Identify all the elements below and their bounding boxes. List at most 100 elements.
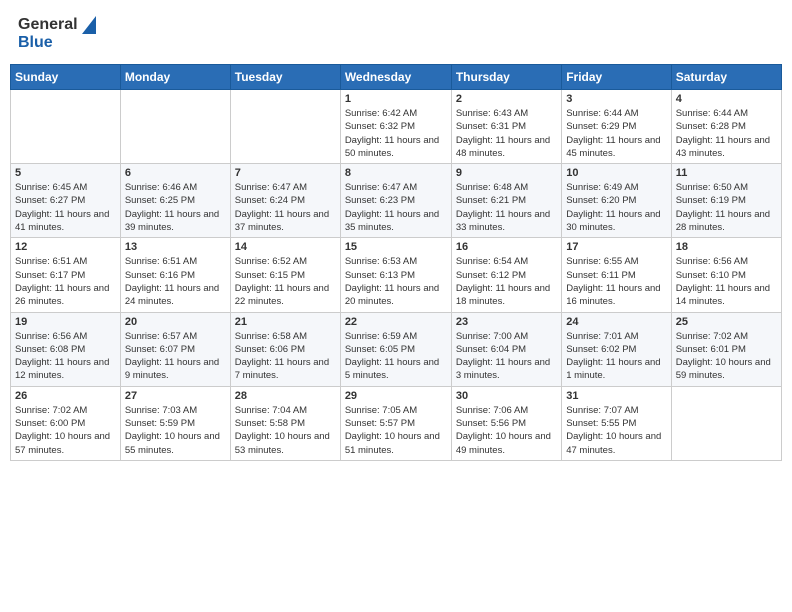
day-number: 27 bbox=[125, 390, 226, 402]
calendar-cell-w4d1: 27 Sunrise: 7:03 AM Sunset: 5:59 PM Dayli… bbox=[120, 386, 230, 460]
calendar-cell-w2d6: 18 Sunrise: 6:56 AM Sunset: 6:10 PM Dayli… bbox=[671, 238, 781, 312]
weekday-header-sunday: Sunday bbox=[11, 65, 121, 90]
day-number: 19 bbox=[15, 316, 116, 328]
day-info: Sunrise: 7:07 AM Sunset: 5:55 PM Dayligh… bbox=[566, 404, 666, 457]
calendar-cell-w3d3: 22 Sunrise: 6:59 AM Sunset: 6:05 PM Dayli… bbox=[340, 312, 451, 386]
day-info: Sunrise: 6:55 AM Sunset: 6:11 PM Dayligh… bbox=[566, 255, 666, 308]
day-info: Sunrise: 7:00 AM Sunset: 6:04 PM Dayligh… bbox=[456, 330, 557, 383]
day-info: Sunrise: 6:54 AM Sunset: 6:12 PM Dayligh… bbox=[456, 255, 557, 308]
weekday-header-saturday: Saturday bbox=[671, 65, 781, 90]
calendar-table: SundayMondayTuesdayWednesdayThursdayFrid… bbox=[10, 64, 782, 461]
day-info: Sunrise: 6:49 AM Sunset: 6:20 PM Dayligh… bbox=[566, 181, 666, 234]
calendar-cell-w2d4: 16 Sunrise: 6:54 AM Sunset: 6:12 PM Dayli… bbox=[451, 238, 561, 312]
day-info: Sunrise: 6:43 AM Sunset: 6:31 PM Dayligh… bbox=[456, 107, 557, 160]
day-info: Sunrise: 6:58 AM Sunset: 6:06 PM Dayligh… bbox=[235, 330, 336, 383]
calendar-cell-w1d6: 11 Sunrise: 6:50 AM Sunset: 6:19 PM Dayli… bbox=[671, 164, 781, 238]
day-info: Sunrise: 6:57 AM Sunset: 6:07 PM Dayligh… bbox=[125, 330, 226, 383]
day-info: Sunrise: 6:45 AM Sunset: 6:27 PM Dayligh… bbox=[15, 181, 116, 234]
weekday-header-friday: Friday bbox=[562, 65, 671, 90]
logo: General Blue bbox=[18, 16, 96, 52]
day-info: Sunrise: 6:51 AM Sunset: 6:16 PM Dayligh… bbox=[125, 255, 226, 308]
day-number: 22 bbox=[345, 316, 447, 328]
calendar-cell-w1d4: 9 Sunrise: 6:48 AM Sunset: 6:21 PM Daylig… bbox=[451, 164, 561, 238]
calendar-cell-w3d4: 23 Sunrise: 7:00 AM Sunset: 6:04 PM Dayli… bbox=[451, 312, 561, 386]
day-info: Sunrise: 6:56 AM Sunset: 6:10 PM Dayligh… bbox=[676, 255, 777, 308]
day-info: Sunrise: 6:48 AM Sunset: 6:21 PM Dayligh… bbox=[456, 181, 557, 234]
calendar-cell-w3d2: 21 Sunrise: 6:58 AM Sunset: 6:06 PM Dayli… bbox=[230, 312, 340, 386]
weekday-header-monday: Monday bbox=[120, 65, 230, 90]
calendar-cell-w3d6: 25 Sunrise: 7:02 AM Sunset: 6:01 PM Dayli… bbox=[671, 312, 781, 386]
calendar-cell-w0d0 bbox=[11, 90, 121, 164]
weekday-header-thursday: Thursday bbox=[451, 65, 561, 90]
calendar-cell-w3d0: 19 Sunrise: 6:56 AM Sunset: 6:08 PM Dayli… bbox=[11, 312, 121, 386]
header: General Blue bbox=[10, 10, 782, 58]
day-number: 3 bbox=[566, 93, 666, 105]
day-number: 4 bbox=[676, 93, 777, 105]
calendar-cell-w0d4: 2 Sunrise: 6:43 AM Sunset: 6:31 PM Daylig… bbox=[451, 90, 561, 164]
day-info: Sunrise: 6:47 AM Sunset: 6:24 PM Dayligh… bbox=[235, 181, 336, 234]
calendar-cell-w0d5: 3Sunrise: 6:44 AM Sunset: 6:29 PM Daylig… bbox=[562, 90, 671, 164]
calendar-cell-w0d2 bbox=[230, 90, 340, 164]
day-info: Sunrise: 6:51 AM Sunset: 6:17 PM Dayligh… bbox=[15, 255, 116, 308]
day-number: 10 bbox=[566, 167, 666, 179]
day-number: 6 bbox=[125, 167, 226, 179]
day-info: Sunrise: 7:02 AM Sunset: 6:01 PM Dayligh… bbox=[676, 330, 777, 383]
calendar-cell-w4d4: 30 Sunrise: 7:06 AM Sunset: 5:56 PM Dayli… bbox=[451, 386, 561, 460]
day-number: 11 bbox=[676, 167, 777, 179]
day-info: Sunrise: 6:56 AM Sunset: 6:08 PM Dayligh… bbox=[15, 330, 116, 383]
calendar-cell-w4d0: 26 Sunrise: 7:02 AM Sunset: 6:00 PM Dayli… bbox=[11, 386, 121, 460]
day-info: Sunrise: 6:52 AM Sunset: 6:15 PM Dayligh… bbox=[235, 255, 336, 308]
calendar-cell-w1d1: 6Sunrise: 6:46 AM Sunset: 6:25 PM Daylig… bbox=[120, 164, 230, 238]
day-number: 18 bbox=[676, 241, 777, 253]
calendar-cell-w4d2: 28 Sunrise: 7:04 AM Sunset: 5:58 PM Dayli… bbox=[230, 386, 340, 460]
day-number: 2 bbox=[456, 93, 557, 105]
day-number: 28 bbox=[235, 390, 336, 402]
calendar-cell-w1d0: 5 Sunrise: 6:45 AM Sunset: 6:27 PM Daylig… bbox=[11, 164, 121, 238]
calendar-cell-w2d5: 17 Sunrise: 6:55 AM Sunset: 6:11 PM Dayli… bbox=[562, 238, 671, 312]
day-number: 12 bbox=[15, 241, 116, 253]
day-number: 21 bbox=[235, 316, 336, 328]
calendar-cell-w0d1 bbox=[120, 90, 230, 164]
calendar-cell-w2d3: 15 Sunrise: 6:53 AM Sunset: 6:13 PM Dayli… bbox=[340, 238, 451, 312]
day-info: Sunrise: 7:02 AM Sunset: 6:00 PM Dayligh… bbox=[15, 404, 116, 457]
calendar-cell-w2d2: 14 Sunrise: 6:52 AM Sunset: 6:15 PM Dayli… bbox=[230, 238, 340, 312]
day-info: Sunrise: 7:05 AM Sunset: 5:57 PM Dayligh… bbox=[345, 404, 447, 457]
calendar-cell-w3d1: 20Sunrise: 6:57 AM Sunset: 6:07 PM Dayli… bbox=[120, 312, 230, 386]
calendar-cell-w4d6 bbox=[671, 386, 781, 460]
calendar-cell-w0d6: 4Sunrise: 6:44 AM Sunset: 6:28 PM Daylig… bbox=[671, 90, 781, 164]
calendar-cell-w1d2: 7 Sunrise: 6:47 AM Sunset: 6:24 PM Daylig… bbox=[230, 164, 340, 238]
day-number: 31 bbox=[566, 390, 666, 402]
day-number: 14 bbox=[235, 241, 336, 253]
day-info: Sunrise: 6:47 AM Sunset: 6:23 PM Dayligh… bbox=[345, 181, 447, 234]
day-number: 5 bbox=[15, 167, 116, 179]
calendar-cell-w1d3: 8 Sunrise: 6:47 AM Sunset: 6:23 PM Daylig… bbox=[340, 164, 451, 238]
day-number: 17 bbox=[566, 241, 666, 253]
day-number: 1 bbox=[345, 93, 447, 105]
logo-triangle-icon bbox=[82, 16, 96, 34]
day-number: 13 bbox=[125, 241, 226, 253]
day-number: 26 bbox=[15, 390, 116, 402]
day-number: 7 bbox=[235, 167, 336, 179]
day-number: 9 bbox=[456, 167, 557, 179]
day-number: 30 bbox=[456, 390, 557, 402]
day-info: Sunrise: 7:03 AM Sunset: 5:59 PM Dayligh… bbox=[125, 404, 226, 457]
calendar-cell-w4d3: 29Sunrise: 7:05 AM Sunset: 5:57 PM Dayli… bbox=[340, 386, 451, 460]
logo-general-text: General bbox=[18, 16, 78, 34]
calendar-cell-w3d5: 24Sunrise: 7:01 AM Sunset: 6:02 PM Dayli… bbox=[562, 312, 671, 386]
calendar-cell-w0d3: 1 Sunrise: 6:42 AM Sunset: 6:32 PM Daylig… bbox=[340, 90, 451, 164]
weekday-header-tuesday: Tuesday bbox=[230, 65, 340, 90]
day-number: 8 bbox=[345, 167, 447, 179]
day-number: 15 bbox=[345, 241, 447, 253]
day-info: Sunrise: 6:59 AM Sunset: 6:05 PM Dayligh… bbox=[345, 330, 447, 383]
calendar-cell-w1d5: 10 Sunrise: 6:49 AM Sunset: 6:20 PM Dayli… bbox=[562, 164, 671, 238]
day-number: 25 bbox=[676, 316, 777, 328]
day-info: Sunrise: 6:53 AM Sunset: 6:13 PM Dayligh… bbox=[345, 255, 447, 308]
day-info: Sunrise: 6:50 AM Sunset: 6:19 PM Dayligh… bbox=[676, 181, 777, 234]
logo-blue-text: Blue bbox=[18, 34, 53, 52]
day-info: Sunrise: 7:04 AM Sunset: 5:58 PM Dayligh… bbox=[235, 404, 336, 457]
day-info: Sunrise: 6:42 AM Sunset: 6:32 PM Dayligh… bbox=[345, 107, 447, 160]
day-info: Sunrise: 7:06 AM Sunset: 5:56 PM Dayligh… bbox=[456, 404, 557, 457]
day-number: 23 bbox=[456, 316, 557, 328]
calendar-cell-w2d0: 12 Sunrise: 6:51 AM Sunset: 6:17 PM Dayli… bbox=[11, 238, 121, 312]
day-number: 16 bbox=[456, 241, 557, 253]
